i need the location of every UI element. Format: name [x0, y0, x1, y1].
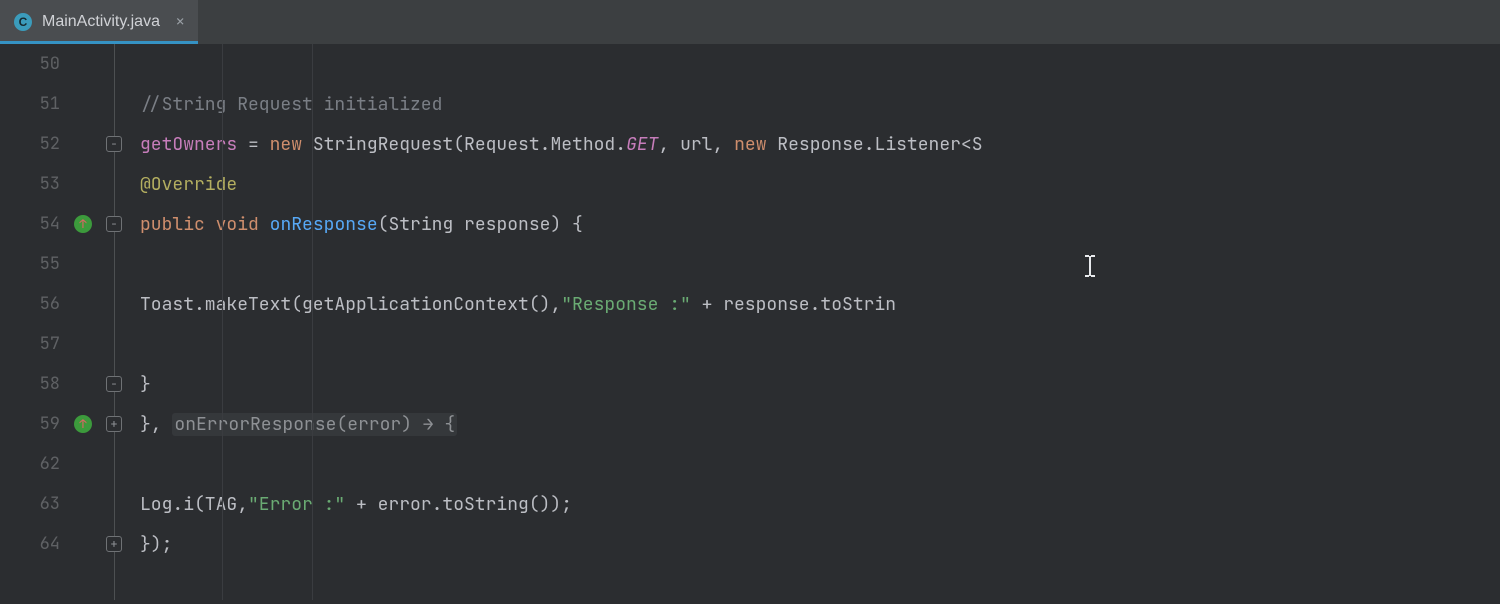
code-line[interactable]: @Override: [140, 164, 1500, 204]
code-line[interactable]: }: [140, 364, 1500, 404]
code-line[interactable]: });: [140, 524, 1500, 564]
string-literal: "Response :": [561, 293, 691, 316]
line-number: 54 ↑: [0, 204, 96, 244]
line-number: 51: [0, 84, 96, 124]
close-icon[interactable]: ✕: [176, 13, 184, 31]
line-number: 63: [0, 484, 96, 524]
fold-handle[interactable]: −: [106, 376, 122, 392]
line-number: 57: [0, 324, 96, 364]
line-number: 50: [0, 44, 96, 84]
code-line[interactable]: [140, 324, 1500, 364]
fold-column: − − − + +: [96, 44, 132, 600]
fold-handle[interactable]: +: [106, 536, 122, 552]
comment: //String Request initialized: [140, 93, 442, 116]
line-number-gutter: 50 51 52 53 54 ↑ 55 56 57 58 59 ↑ 62 63 …: [0, 44, 96, 600]
code-line[interactable]: [140, 244, 1500, 284]
java-class-icon: C: [14, 13, 32, 31]
line-number: 62: [0, 444, 96, 484]
code-line[interactable]: Log.i(TAG,"Error :" + error.toString());: [140, 484, 1500, 524]
code-line[interactable]: [140, 44, 1500, 84]
fold-handle[interactable]: −: [106, 136, 122, 152]
line-number: 59 ↑: [0, 404, 96, 444]
line-number: 55: [0, 244, 96, 284]
string-literal: "Error :": [248, 493, 345, 516]
line-number: 52: [0, 124, 96, 164]
line-number: [0, 564, 96, 604]
fold-handle[interactable]: +: [106, 416, 122, 432]
line-number: 58: [0, 364, 96, 404]
fold-handle[interactable]: −: [106, 216, 122, 232]
override-gutter-icon[interactable]: ↑: [74, 415, 92, 433]
code-editor[interactable]: 50 51 52 53 54 ↑ 55 56 57 58 59 ↑ 62 63 …: [0, 44, 1500, 600]
code-area[interactable]: //String Request initialized getOwners =…: [132, 44, 1500, 600]
code-line[interactable]: Toast.makeText(getApplicationContext(),"…: [140, 284, 1500, 324]
folded-lambda[interactable]: onErrorResponse(error) → {: [172, 413, 457, 436]
tab-filename: MainActivity.java: [42, 13, 160, 31]
method-decl: onResponse: [270, 213, 378, 236]
code-line[interactable]: }, onErrorResponse(error) → {: [140, 404, 1500, 444]
line-number: 64: [0, 524, 96, 564]
code-line[interactable]: getOwners = new StringRequest(Request.Me…: [140, 124, 1500, 164]
code-line[interactable]: public void onResponse(String response) …: [140, 204, 1500, 244]
line-number: 56: [0, 284, 96, 324]
code-line[interactable]: [140, 444, 1500, 484]
file-tab-mainactivity[interactable]: C MainActivity.java ✕: [0, 0, 198, 44]
code-line[interactable]: //String Request initialized: [140, 84, 1500, 124]
line-number: 53: [0, 164, 96, 204]
tab-bar: C MainActivity.java ✕: [0, 0, 1500, 44]
override-gutter-icon[interactable]: ↑: [74, 215, 92, 233]
